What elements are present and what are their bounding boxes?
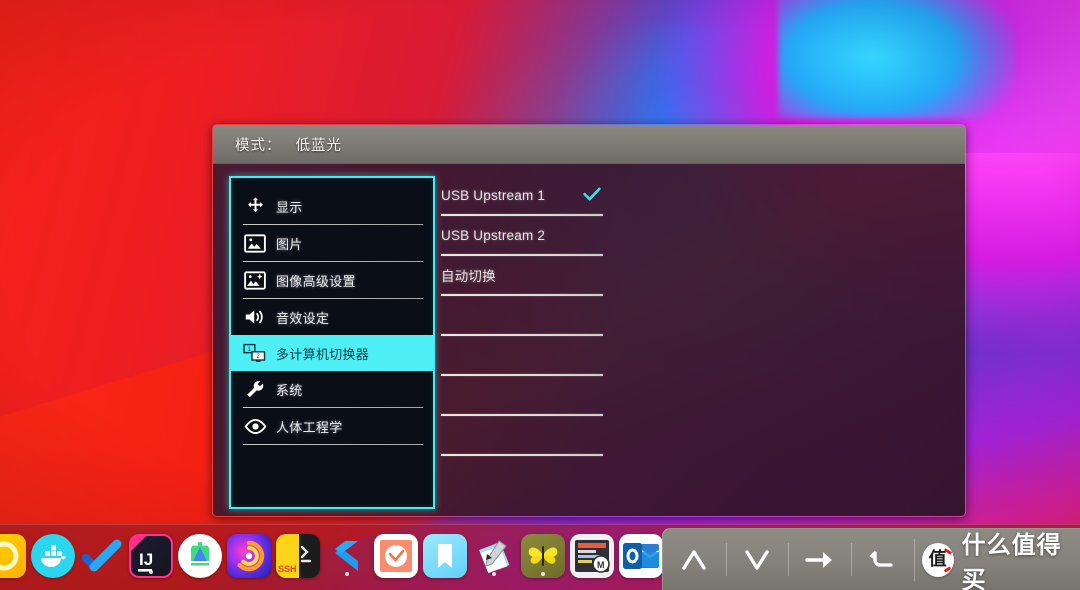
up-button[interactable] bbox=[663, 529, 726, 590]
monitor-osd-panel: 模式： 低蓝光 显示 图片 图像高级设置 音效设定 1 2 多计算机切换器 系统… bbox=[212, 124, 966, 517]
wrench-icon bbox=[243, 378, 267, 400]
menu-item-label: 系统 bbox=[276, 382, 303, 398]
app-icon-mail[interactable] bbox=[374, 534, 418, 578]
osd-mode-value: 低蓝光 bbox=[295, 137, 342, 154]
option-empty-row bbox=[441, 416, 603, 454]
move-arrows-icon bbox=[243, 195, 267, 217]
app-icon-todo-check[interactable] bbox=[80, 534, 124, 578]
osd-option-list: USB Upstream 1 USB Upstream 2 自动切换 bbox=[441, 176, 603, 509]
speaker-icon bbox=[243, 306, 267, 328]
down-button[interactable] bbox=[725, 529, 789, 590]
menu-item-audio[interactable]: 音效设定 bbox=[231, 299, 433, 335]
down-chevron-icon bbox=[745, 549, 769, 570]
osd-body: 显示 图片 图像高级设置 音效设定 1 2 多计算机切换器 系统 人体工程学 U… bbox=[213, 164, 965, 516]
option-empty-row bbox=[441, 296, 603, 334]
spiral-glyph bbox=[237, 540, 265, 572]
app-running-dot bbox=[492, 572, 496, 576]
kvm-monitors-icon: 1 2 bbox=[243, 342, 267, 364]
menu-item-display[interactable]: 显示 bbox=[231, 188, 433, 224]
svg-text:IJ: IJ bbox=[139, 550, 153, 569]
ring-glyph bbox=[0, 541, 19, 571]
app-icon-ai-spiral[interactable] bbox=[227, 534, 271, 578]
app-icon-marginnote[interactable]: M bbox=[570, 534, 614, 578]
menu-item-label: 图片 bbox=[276, 236, 303, 252]
option-label: USB Upstream 2 bbox=[441, 227, 546, 243]
checkmark-icon bbox=[583, 187, 601, 203]
osd-hardware-button-bar: 值 什么值得买 bbox=[662, 528, 1080, 590]
option-label: USB Upstream 1 bbox=[441, 187, 546, 203]
picture-advanced-icon bbox=[243, 269, 267, 291]
enter-button[interactable] bbox=[788, 529, 851, 590]
svg-text:SSH: SSH bbox=[278, 564, 297, 574]
option-empty-row bbox=[441, 336, 603, 374]
option-usb-upstream-2[interactable]: USB Upstream 2 bbox=[441, 216, 603, 254]
app-icon-docker[interactable] bbox=[31, 534, 75, 578]
smzdm-logo-char: 值 bbox=[928, 548, 947, 570]
app-running-dot bbox=[541, 572, 545, 576]
menu-item-label: 图像高级设置 bbox=[276, 273, 356, 289]
terminal-glyph: SSH bbox=[278, 545, 312, 574]
smzdm-watermark: 值 什么值得买 bbox=[913, 525, 1080, 590]
app-icon-partial-yellow[interactable] bbox=[0, 534, 26, 578]
dock-icon-row: IJ SSH M bbox=[0, 525, 761, 581]
osd-mode-label: 模式： bbox=[235, 137, 282, 154]
picture-icon bbox=[243, 232, 267, 254]
svg-text:M: M bbox=[597, 560, 605, 570]
app-running-dot bbox=[149, 570, 153, 574]
marginnote-glyph: M bbox=[575, 540, 610, 573]
back-arrow-icon bbox=[869, 550, 893, 567]
menu-item-picture-advanced[interactable]: 图像高级设置 bbox=[231, 262, 433, 298]
option-separator bbox=[441, 454, 603, 456]
app-icon-intellij-idea[interactable]: IJ bbox=[129, 534, 173, 578]
whale-icon bbox=[41, 545, 66, 567]
menu-item-picture[interactable]: 图片 bbox=[231, 225, 433, 261]
option-auto-switch[interactable]: 自动切换 bbox=[441, 256, 603, 294]
check-icon bbox=[82, 539, 122, 572]
menu-item-system[interactable]: 系统 bbox=[231, 371, 433, 407]
eye-icon bbox=[243, 415, 267, 437]
android-studio-glyph bbox=[191, 541, 209, 566]
option-empty-row bbox=[441, 376, 603, 414]
option-usb-upstream-1[interactable]: USB Upstream 1 bbox=[441, 176, 603, 214]
menu-item-label: 显示 bbox=[276, 199, 303, 215]
menu-item-label: 音效设定 bbox=[276, 310, 330, 326]
up-chevron-icon bbox=[682, 549, 707, 570]
app-icon-bookmark[interactable] bbox=[423, 534, 467, 578]
option-label: 自动切换 bbox=[441, 269, 496, 284]
svg-text:1: 1 bbox=[248, 347, 252, 353]
smzdm-logo-icon: 值 bbox=[921, 542, 954, 577]
bookmark-icon bbox=[438, 544, 452, 568]
app-icon-butterfly[interactable] bbox=[521, 534, 565, 578]
osd-title-bar: 模式： 低蓝光 bbox=[213, 125, 965, 164]
menu-item-kvm-switch[interactable]: 1 2 多计算机切换器 bbox=[231, 335, 433, 371]
menu-item-label: 人体工程学 bbox=[276, 419, 343, 435]
osd-menu-list: 显示 图片 图像高级设置 音效设定 1 2 多计算机切换器 系统 人体工程学 bbox=[229, 176, 435, 509]
app-icon-ssh-terminal[interactable]: SSH bbox=[276, 534, 320, 578]
smzdm-watermark-text: 什么值得买 bbox=[961, 530, 1062, 590]
app-icon-notes[interactable] bbox=[472, 534, 516, 578]
app-icon-vscode[interactable] bbox=[325, 534, 369, 578]
app-icon-outlook[interactable] bbox=[619, 534, 663, 578]
app-running-dot bbox=[639, 572, 643, 576]
menu-item-ergonomics[interactable]: 人体工程学 bbox=[231, 408, 433, 444]
mail-icon bbox=[377, 537, 415, 575]
menu-separator bbox=[243, 444, 423, 445]
arrow-right-icon bbox=[804, 551, 832, 568]
menu-item-label: 多计算机切换器 bbox=[276, 346, 370, 362]
app-icon-android-studio[interactable] bbox=[178, 534, 222, 578]
app-running-dot bbox=[345, 572, 349, 576]
back-button[interactable] bbox=[850, 529, 914, 590]
